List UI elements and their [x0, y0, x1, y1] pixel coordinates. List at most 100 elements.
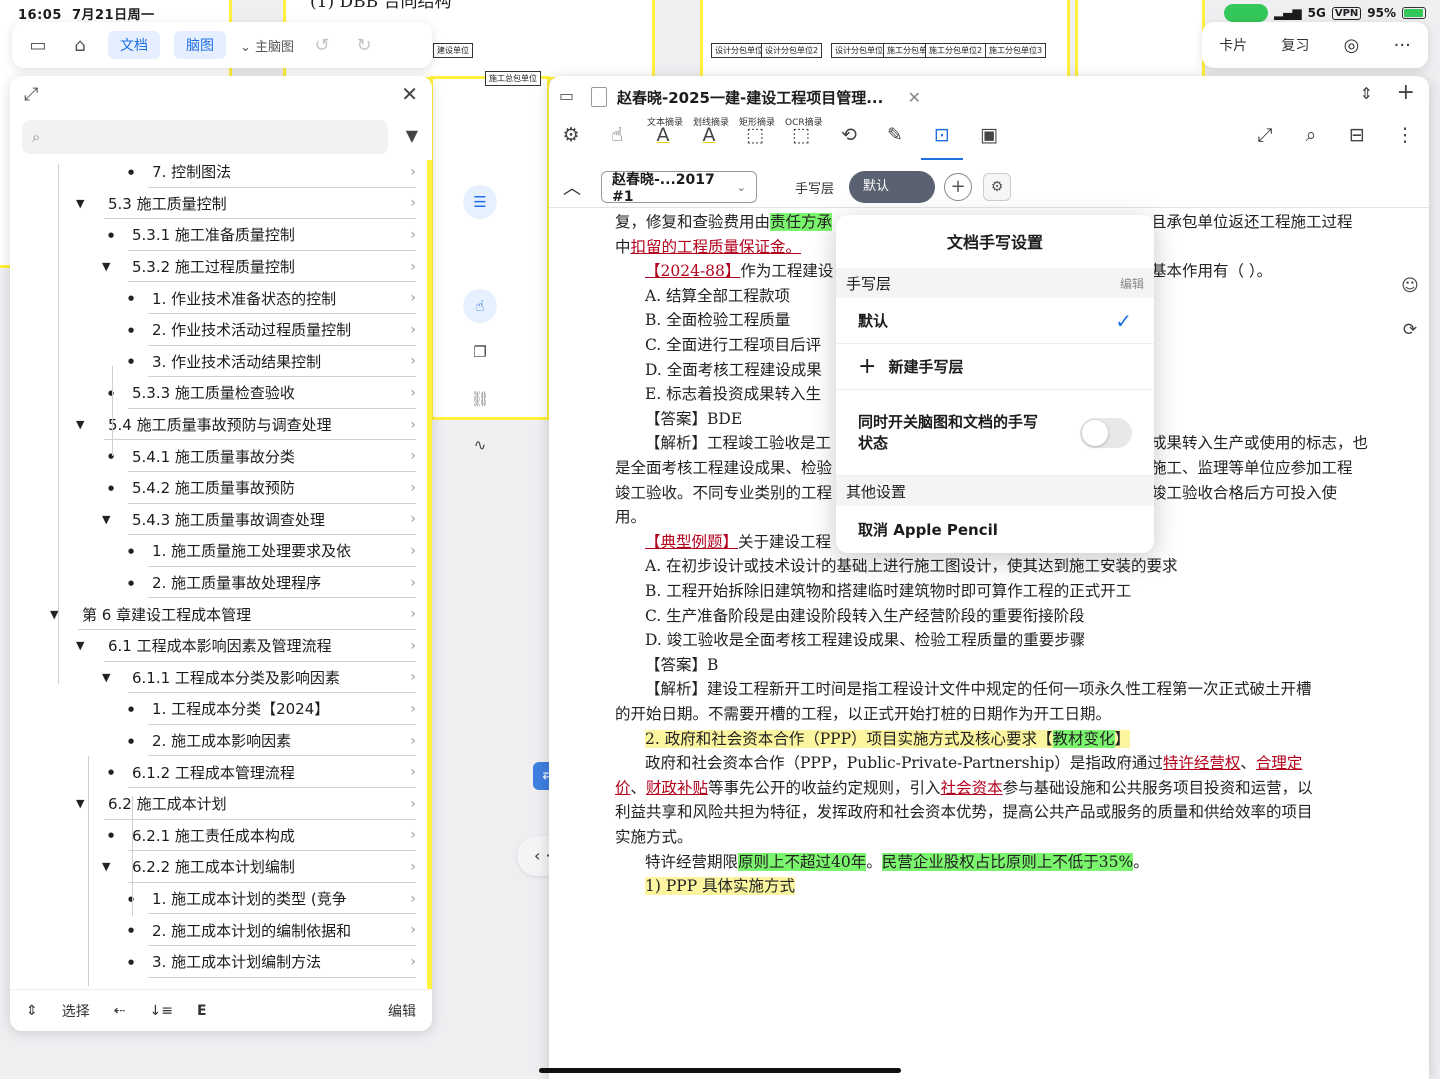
- document-line-tail[interactable]: 施工、监理等单位应参加工程: [1151, 456, 1381, 481]
- mindmap-card[interactable]: 建设单位 施工总包单位: [430, 43, 550, 420]
- chevron-right-icon[interactable]: ›: [410, 669, 416, 685]
- rect-excerpt-icon[interactable]: ⬚: [739, 124, 771, 146]
- add-layer-button[interactable]: +: [944, 173, 972, 201]
- image-icon[interactable]: ▣: [973, 124, 1005, 146]
- fullscreen-icon[interactable]: ⤢: [1249, 124, 1281, 146]
- document-line[interactable]: 实施方式。: [615, 825, 1375, 850]
- chevron-right-icon[interactable]: ›: [410, 385, 416, 401]
- home-indicator[interactable]: [539, 1068, 901, 1073]
- settings-wheel-icon[interactable]: ⚙: [555, 124, 587, 146]
- textbox-icon[interactable]: ⊡: [926, 124, 958, 146]
- outline-item[interactable]: ● 3. 施工成本计划编制方法 ›: [10, 946, 416, 978]
- chevron-right-icon[interactable]: ›: [410, 480, 416, 496]
- pointer-icon[interactable]: ☝: [463, 289, 497, 323]
- document-line[interactable]: 【解析】建设工程新开工时间是指工程设计文件中规定的任何一项永久性工程第一次正式破…: [615, 677, 1375, 702]
- outline-item[interactable]: ● 2. 施工质量事故处理程序 ›: [10, 567, 416, 599]
- outline-item[interactable]: ▼ 5.4.3 施工质量事故调查处理 ›: [10, 504, 416, 536]
- chevron-right-icon[interactable]: ›: [410, 227, 416, 243]
- outline-item[interactable]: ● 3. 作业技术活动结果控制 ›: [10, 346, 416, 378]
- document-tab[interactable]: 赵春晓-2025一建-建设工程项目管理... ✕: [591, 80, 921, 114]
- chevron-right-icon[interactable]: ›: [410, 796, 416, 812]
- document-line[interactable]: B. 工程开始拆除旧建筑物和搭建临时建筑物时即可算作工程的正式开工: [615, 579, 1375, 604]
- search-doc-icon[interactable]: ⌕: [1295, 124, 1327, 146]
- document-line[interactable]: A. 在初步设计或技术设计的基础上进行施工图设计，使其达到施工安装的要求: [615, 554, 1375, 579]
- chevron-right-icon[interactable]: ›: [410, 638, 416, 654]
- outline-item[interactable]: ▼ 5.3.2 施工过程质量控制 ›: [10, 251, 416, 283]
- chevron-right-icon[interactable]: ›: [410, 322, 416, 338]
- document-line[interactable]: 2. 政府和社会资本合作（PPP）项目实施方式及核心要求【教材变化】: [615, 727, 1375, 752]
- scroll-indicator[interactable]: [427, 160, 432, 990]
- chevron-right-icon[interactable]: ›: [410, 290, 416, 306]
- outline-item[interactable]: ● 2. 作业技术活动过程质量控制 ›: [10, 314, 416, 346]
- outline-item[interactable]: ● 1. 工程成本分类【2024】 ›: [10, 693, 416, 725]
- sidebar-icon[interactable]: ▭: [559, 86, 574, 105]
- outline-item[interactable]: ▼ 6.1 工程成本影响因素及管理流程 ›: [10, 630, 416, 662]
- disclosure-triangle-icon[interactable]: ▼: [102, 260, 110, 273]
- library-icon[interactable]: ⌂: [66, 35, 94, 56]
- edit-layers-button[interactable]: 编辑: [1120, 275, 1144, 292]
- select-button[interactable]: 选择: [62, 1001, 90, 1021]
- close-tab-icon[interactable]: ✕: [908, 88, 921, 107]
- emoji-icon[interactable]: ☺: [1401, 276, 1419, 296]
- redo-icon[interactable]: ↻: [350, 35, 378, 56]
- chevron-right-icon[interactable]: ›: [410, 733, 416, 749]
- document-line[interactable]: 的开始日期。不需要开槽的工程，以正式开始打桩的日期作为开工日期。: [615, 702, 1375, 727]
- outline-item[interactable]: ▼ 6.2.2 施工成本计划编制 ›: [10, 851, 416, 883]
- document-line[interactable]: C. 生产准备阶段是由建设阶段转入生产经营阶段的重要衔接阶段: [615, 604, 1375, 629]
- disclosure-triangle-icon[interactable]: ▼: [102, 671, 110, 684]
- outline-item[interactable]: ● 6.2.1 施工责任成本构成 ›: [10, 820, 416, 852]
- outline-item[interactable]: ● 5.3.1 施工准备质量控制 ›: [10, 219, 416, 251]
- link-icon[interactable]: ⇠: [114, 1003, 126, 1019]
- layer-default-chip[interactable]: 默认: [849, 171, 935, 203]
- chevron-right-icon[interactable]: ›: [410, 164, 416, 180]
- disclosure-triangle-icon[interactable]: ▼: [76, 797, 84, 810]
- chevron-right-icon[interactable]: ›: [410, 543, 416, 559]
- hand-pointer-icon[interactable]: ☝: [601, 124, 633, 146]
- format-icon[interactable]: E: [197, 1003, 207, 1019]
- chevron-right-icon[interactable]: ›: [410, 764, 416, 780]
- expand-icon[interactable]: ⤢: [24, 84, 38, 105]
- outline-item[interactable]: ▼ 6.2 施工成本计划 ›: [10, 788, 416, 820]
- outline-item[interactable]: ▼ 5.3 施工质量控制 ›: [10, 188, 416, 220]
- edit-button[interactable]: 编辑: [388, 1001, 416, 1021]
- more-vert-icon[interactable]: ⋮: [1389, 124, 1421, 146]
- chevron-right-icon[interactable]: ›: [410, 985, 416, 986]
- chevron-right-icon[interactable]: ›: [410, 511, 416, 527]
- chevron-right-icon[interactable]: ›: [410, 606, 416, 622]
- document-line[interactable]: 价、财政补贴等事先公开的收益约定规则，引入社会资本参与基础设施和公共服务项目投资…: [615, 776, 1375, 801]
- notebook-selector[interactable]: 赵春晓-...2017 #1 ⌄: [601, 171, 757, 205]
- chevron-right-icon[interactable]: ›: [410, 922, 416, 938]
- list-icon[interactable]: ☰: [463, 185, 497, 219]
- cards-button[interactable]: 卡片: [1219, 35, 1247, 55]
- outline-item[interactable]: ▼ 第 6 章建设工程成本管理 ›: [10, 598, 416, 630]
- chevron-right-icon[interactable]: ›: [410, 353, 416, 369]
- undo-icon[interactable]: ↺: [308, 35, 336, 56]
- copy-icon[interactable]: ❐: [463, 335, 497, 369]
- document-line[interactable]: 【答案】B: [615, 653, 1375, 678]
- web-search-icon[interactable]: ◎: [1344, 35, 1360, 56]
- level-adjust-icon[interactable]: ⇕: [26, 1003, 38, 1019]
- sync-toggle-switch[interactable]: [1080, 417, 1132, 448]
- sidebar-toggle-icon[interactable]: ▭: [24, 35, 52, 56]
- theme-selector[interactable]: ⌄ 主脑图: [240, 36, 294, 55]
- disclosure-triangle-icon[interactable]: ▼: [76, 418, 84, 431]
- text-excerpt-icon[interactable]: A: [647, 124, 679, 146]
- outline-item[interactable]: ●1. 施工成本计划的类型 (竞争›: [10, 883, 416, 915]
- chevron-right-icon[interactable]: ›: [410, 417, 416, 433]
- outline-item[interactable]: ●5.3.3 施工质量检查验收›: [10, 377, 416, 409]
- reorder-icon[interactable]: ⇕: [1360, 84, 1373, 103]
- more-icon[interactable]: ···: [1394, 35, 1411, 56]
- chevron-right-icon[interactable]: ›: [410, 954, 416, 970]
- cancel-apple-pencil-row[interactable]: 取消 Apple Pencil: [836, 506, 1154, 552]
- chevron-right-icon[interactable]: ›: [410, 891, 416, 907]
- handwriting-icon[interactable]: ∿: [463, 428, 497, 462]
- document-line-tail[interactable]: 成果转入生产或使用的标志，也: [1151, 431, 1381, 456]
- bookmark-icon[interactable]: ⊟: [1341, 124, 1373, 146]
- pen-icon[interactable]: ✎: [879, 124, 911, 146]
- chevron-up-icon[interactable]: ︿: [563, 174, 581, 200]
- document-line-tail[interactable]: 竣工验收合格后方可投入使: [1151, 481, 1381, 506]
- chevron-right-icon[interactable]: ›: [410, 827, 416, 843]
- disclosure-triangle-icon[interactable]: ▼: [102, 860, 110, 873]
- outline-item[interactable]: ● 2. 施工成本影响因素 ›: [10, 725, 416, 757]
- disclosure-triangle-icon[interactable]: ▼: [76, 639, 84, 652]
